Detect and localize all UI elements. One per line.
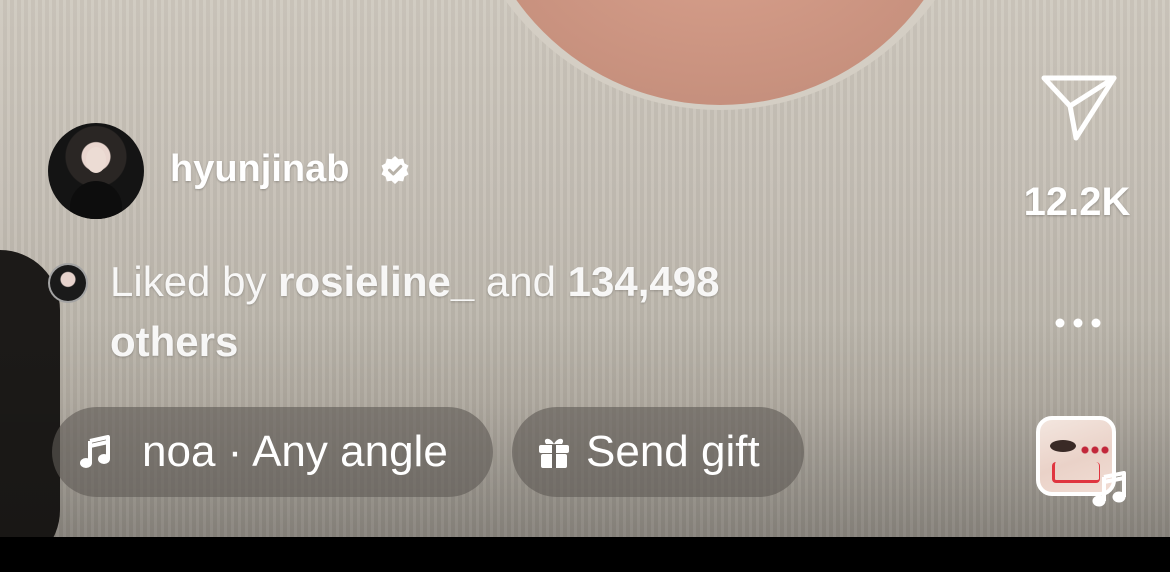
bottom-bar (0, 537, 1170, 572)
paper-plane-icon[interactable] (1040, 72, 1118, 142)
audio-label: noa · Any angle (142, 427, 448, 476)
like-count[interactable]: 134,498 (568, 258, 720, 305)
send-gift-button[interactable]: Send gift (512, 407, 804, 497)
audio-pill-button[interactable]: noa · Any angle (52, 407, 493, 497)
thumb-eye (1050, 440, 1076, 452)
liker-username[interactable]: rosieline_ (278, 258, 474, 305)
author-avatar[interactable] (48, 123, 144, 219)
thumb-hearts (1080, 446, 1110, 454)
avatar-face (86, 147, 106, 173)
liked-by-others[interactable]: others (110, 318, 238, 366)
music-note-icon (1092, 471, 1126, 507)
liker-avatar[interactable] (48, 263, 88, 303)
author-username[interactable]: hyunjinab (170, 148, 349, 191)
avatar-body (70, 181, 122, 219)
liked-by-prefix: Liked by (110, 258, 267, 305)
share-count: 12.2K (1023, 180, 1131, 224)
liked-by-conjunction: and (485, 258, 556, 305)
liked-by-text[interactable]: Liked by rosieline_ and 134,498 (110, 258, 719, 306)
verified-badge-icon (381, 156, 409, 184)
ellipsis-icon[interactable] (1053, 315, 1103, 331)
gift-icon (539, 438, 569, 468)
music-note-icon (80, 435, 110, 468)
gift-label: Send gift (586, 427, 760, 476)
